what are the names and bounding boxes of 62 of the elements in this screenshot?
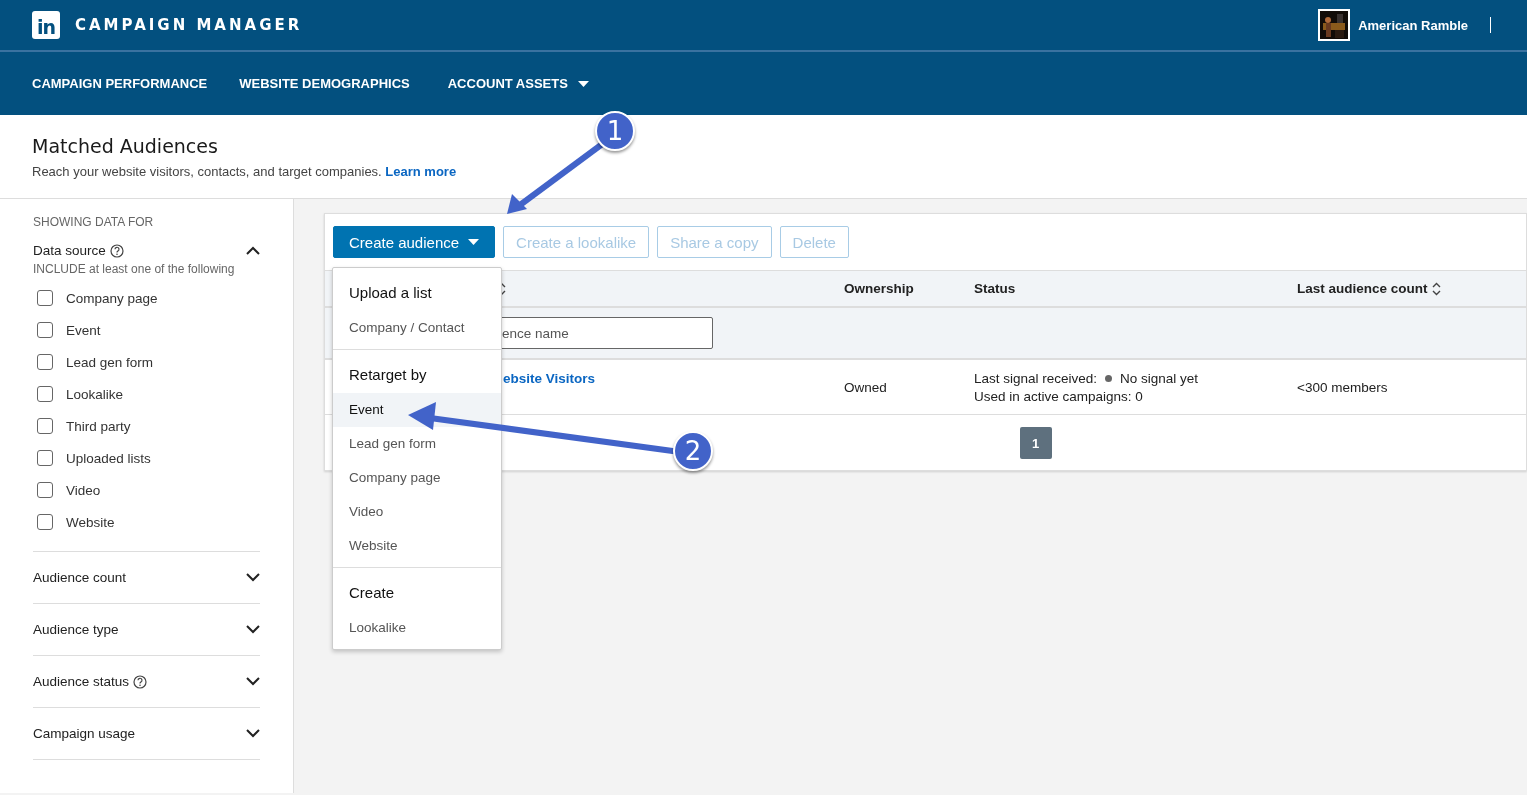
menu-item[interactable]: Video: [333, 495, 501, 529]
page-subtitle: Reach your website visitors, contacts, and target companies. Learn more: [32, 164, 458, 179]
nav-link[interactable]: ACCOUNT ASSETS: [447, 76, 589, 91]
sort-icon[interactable]: [1431, 281, 1441, 296]
checkbox[interactable]: [37, 386, 53, 402]
chevron-up-icon[interactable]: [246, 246, 260, 255]
table-cell-text: Used in active campaigns: 0: [974, 388, 1144, 404]
checkbox-label[interactable]: Event: [66, 322, 101, 338]
table-cell-text: Owned: [843, 379, 888, 395]
product-title: CAMPAIGN MANAGER: [75, 16, 303, 34]
filter-section-title[interactable]: Audience status: [33, 674, 130, 689]
checkbox-label[interactable]: Lead gen form: [66, 354, 154, 370]
page-button[interactable]: 1: [1019, 427, 1052, 459]
table-cell-text: <300 members: [1297, 379, 1389, 395]
column-header: Status: [974, 281, 1016, 296]
page-title: Matched Audiences: [32, 135, 219, 157]
filter-section-title[interactable]: Audience count: [33, 570, 127, 585]
checkbox-label[interactable]: Video: [66, 482, 101, 498]
chevron-down-icon[interactable]: [246, 677, 260, 686]
menu-item[interactable]: Lead gen form: [333, 427, 501, 461]
audience-name-link[interactable]: ebsite Visitors: [503, 371, 596, 386]
checkbox-label[interactable]: Company page: [66, 290, 158, 306]
chevron-down-icon[interactable]: [246, 729, 260, 738]
checkbox[interactable]: [37, 514, 53, 530]
checkbox[interactable]: [37, 322, 53, 338]
menu-item[interactable]: Lookalike: [333, 611, 501, 645]
column-header: Last audience count: [1297, 281, 1428, 296]
filter-section-title[interactable]: Data source: [33, 243, 106, 258]
help-icon[interactable]: [109, 243, 124, 258]
chevron-down-icon[interactable]: [246, 573, 260, 582]
checkbox-label[interactable]: Website: [66, 514, 115, 530]
menu-heading: Retarget by: [348, 365, 428, 385]
table-cell: No signal yet: [1120, 370, 1199, 386]
checkbox-label[interactable]: Lookalike: [66, 386, 124, 402]
filter-hint: INCLUDE at least one of the following: [33, 262, 236, 276]
table-cell: Last signal received:: [974, 370, 1098, 386]
learn-more-link[interactable]: Learn more: [385, 164, 457, 179]
menu-item[interactable]: Website: [333, 529, 501, 563]
caret-down-icon: [577, 80, 589, 87]
sidebar-heading: SHOWING DATA FOR: [33, 215, 155, 229]
checkbox-label[interactable]: Uploaded lists: [66, 450, 151, 466]
column-header: Ownership: [844, 281, 914, 296]
help-icon[interactable]: [133, 674, 148, 689]
checkbox[interactable]: [37, 290, 53, 306]
checkbox[interactable]: [37, 450, 53, 466]
menu-item[interactable]: Company page: [333, 461, 501, 495]
caret-down-icon: [468, 239, 480, 245]
nav-link[interactable]: WEBSITE DEMOGRAPHICS: [239, 76, 410, 91]
account-name[interactable]: American Ramble: [1358, 17, 1468, 33]
checkbox-label[interactable]: Third party: [66, 418, 131, 434]
status-dot-icon: [1105, 374, 1113, 382]
menu-heading: Upload a list: [348, 283, 433, 303]
chevron-down-icon[interactable]: [246, 625, 260, 634]
checkbox[interactable]: [37, 482, 53, 498]
filter-section-title[interactable]: Campaign usage: [33, 726, 136, 741]
nav-link[interactable]: CAMPAIGN PERFORMANCE: [32, 76, 208, 91]
checkbox[interactable]: [37, 354, 53, 370]
filter-section-title[interactable]: Audience type: [33, 622, 119, 637]
menu-heading: Create: [348, 583, 396, 603]
logo[interactable]: in: [32, 11, 60, 39]
checkbox[interactable]: [37, 418, 53, 434]
create-audience-button[interactable]: Create audience: [333, 226, 496, 258]
